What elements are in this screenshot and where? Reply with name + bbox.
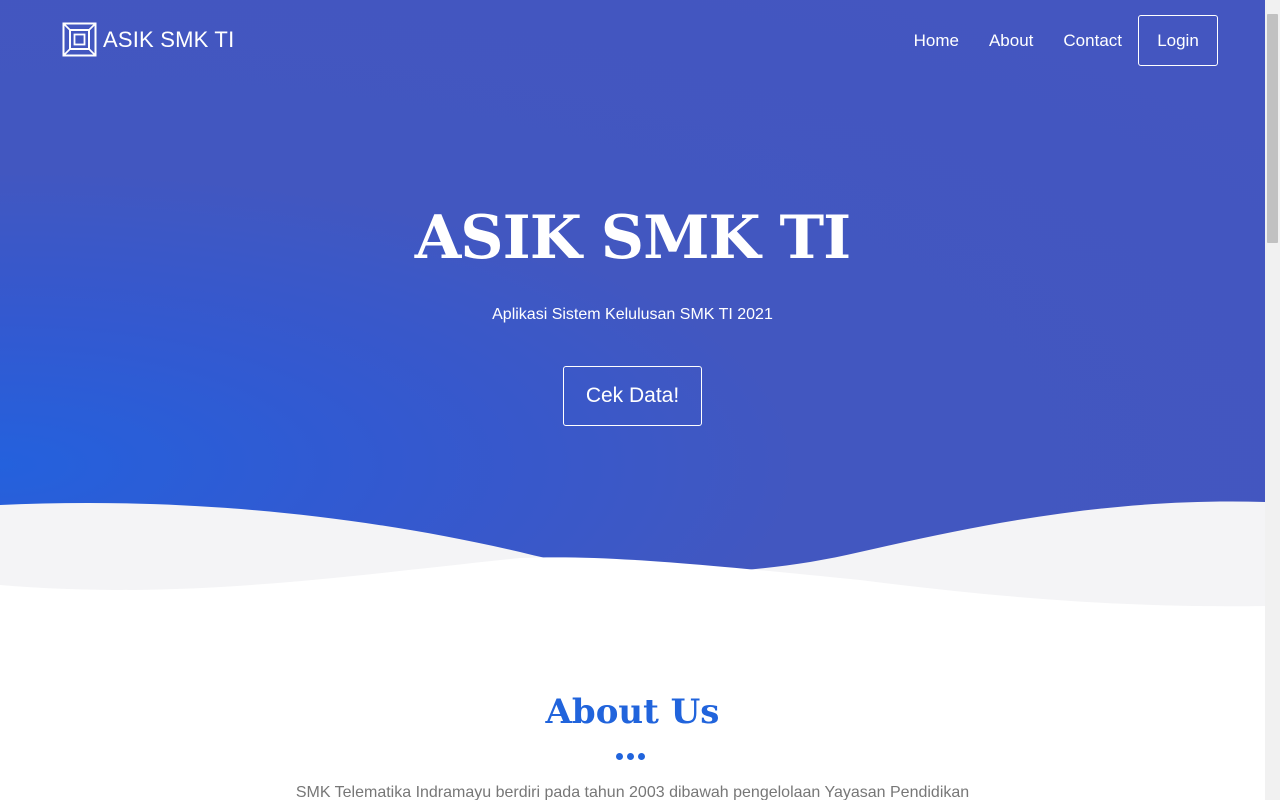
nav-link-home[interactable]: Home [899,15,974,66]
brand-name: ASIK SMK TI [103,26,235,52]
scroll-up-arrow-icon[interactable] [1265,0,1280,14]
scroll-down-arrow-icon[interactable] [1265,786,1280,800]
divider-dot [627,753,634,760]
section-divider-dots [616,753,645,760]
layers-logo-icon [62,22,97,57]
brand-link[interactable]: ASIK SMK TI [62,22,234,57]
divider-dot [616,753,623,760]
nav-link-about[interactable]: About [974,15,1048,66]
vertical-scrollbar[interactable] [1265,0,1280,800]
hero-subtitle: Aplikasi Sistem Kelulusan SMK TI 2021 [492,306,773,323]
scrollbar-thumb[interactable] [1267,14,1278,243]
login-button[interactable]: Login [1138,15,1218,66]
nav-link-contact[interactable]: Contact [1048,15,1137,66]
about-text: SMK Telematika Indramayu berdiri pada ta… [295,784,970,800]
check-data-button[interactable]: Cek Data! [563,366,702,426]
navbar: ASIK SMK TI Home About Contact Login [0,0,1265,80]
about-title: About Us [545,692,720,732]
hero-title: ASIK SMK TI [414,203,851,273]
divider-dot [638,753,645,760]
hero-wave [0,501,1265,620]
nav-links: Home About Contact Login [899,15,1218,66]
page: ASIK SMK TI Home About Contact Login ASI… [0,0,1265,800]
